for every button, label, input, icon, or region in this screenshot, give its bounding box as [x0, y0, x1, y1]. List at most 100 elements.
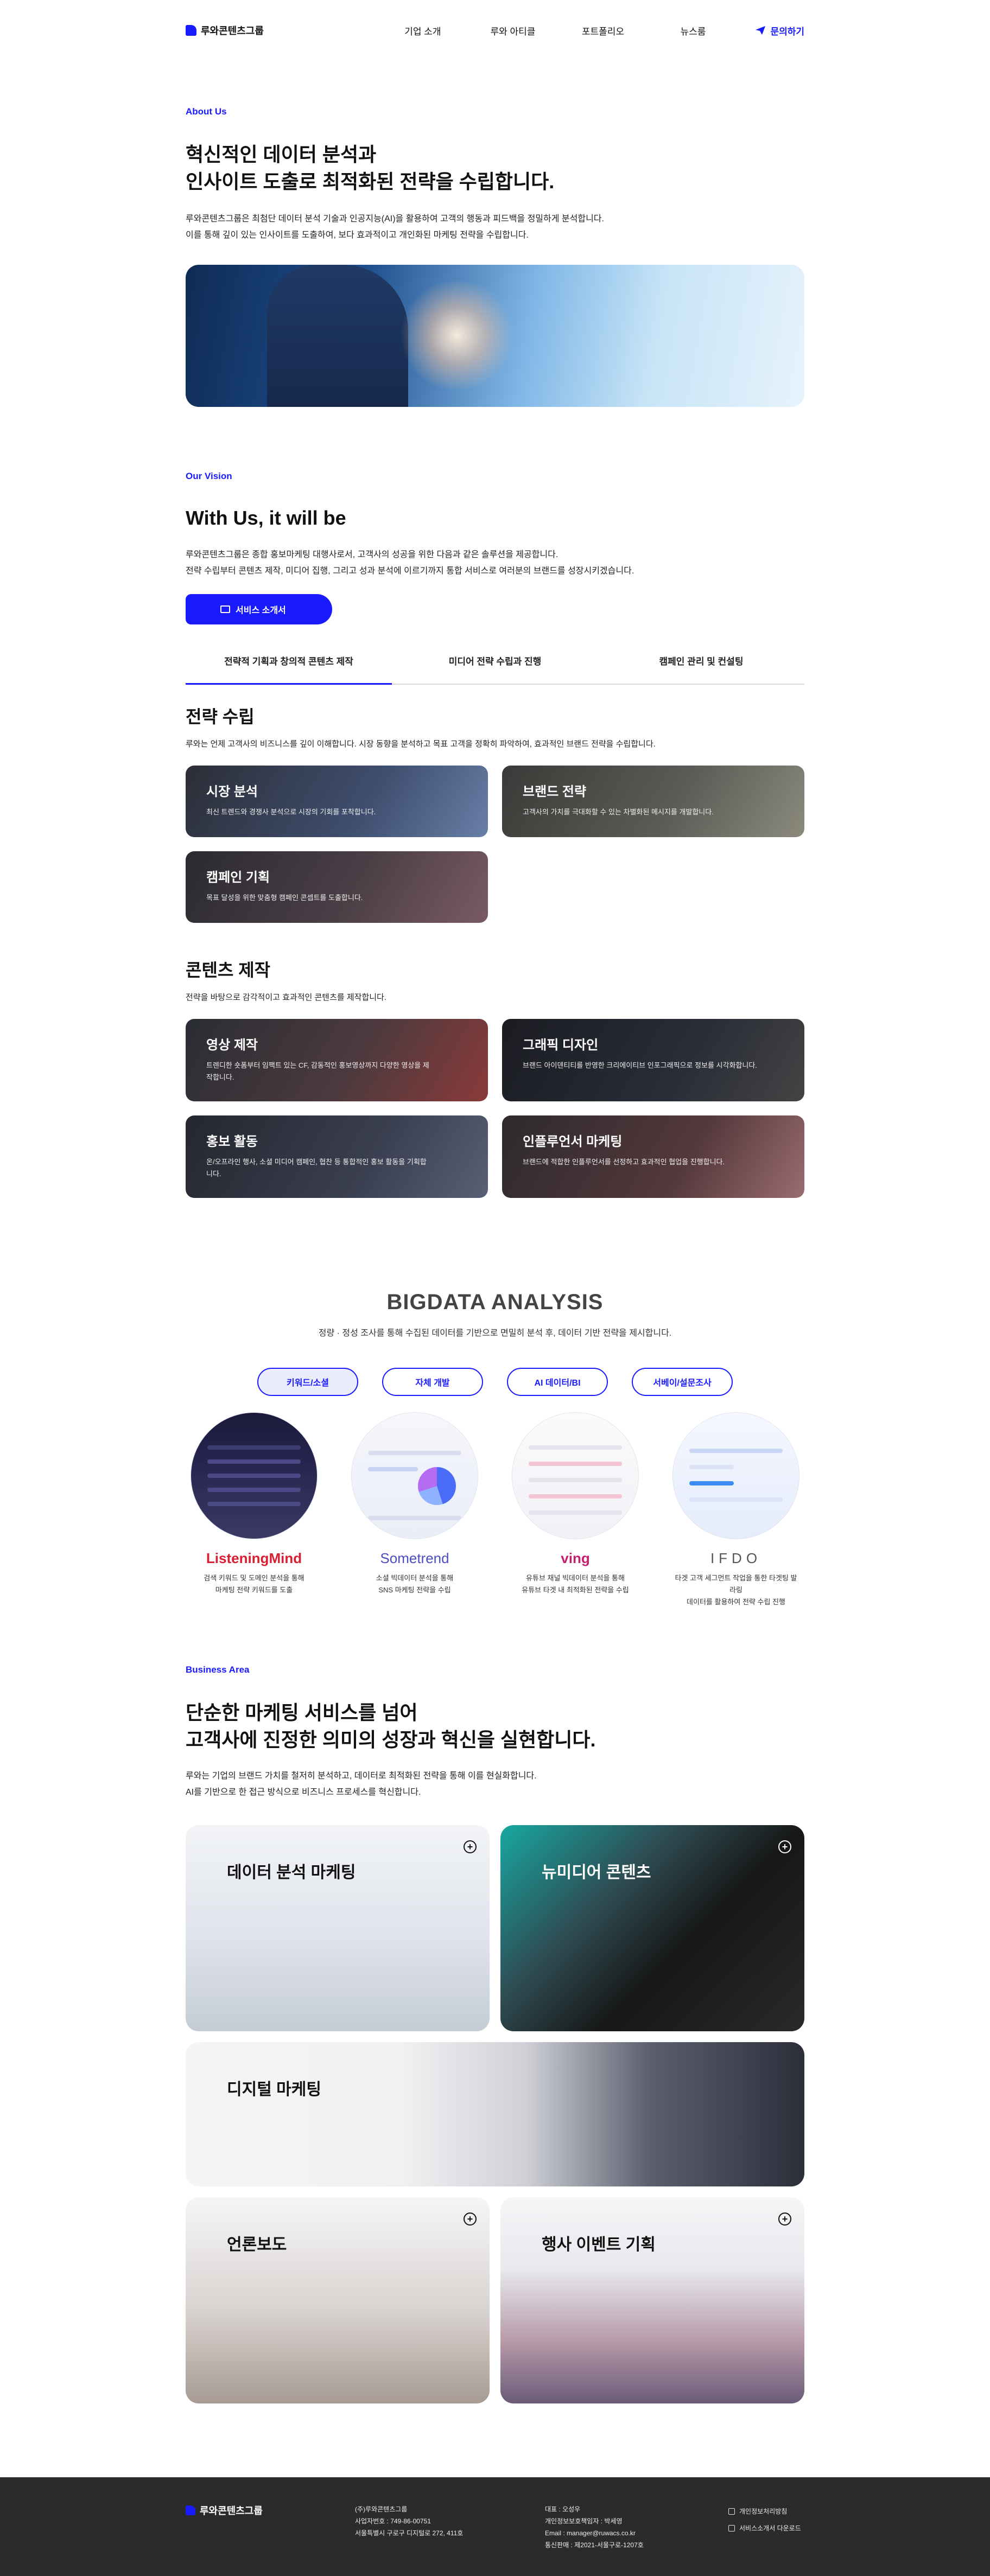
- card-brand-strategy[interactable]: 브랜드 전략 고객사의 가치를 극대화할 수 있는 차별화된 메시지를 개발합니…: [502, 765, 804, 837]
- card-title: 브랜드 전략: [523, 784, 587, 799]
- plus-circle-icon[interactable]: +: [464, 2212, 477, 2226]
- card-market-analysis[interactable]: 시장 분석 최신 트렌드와 경쟁사 분석으로 시장의 기회를 포착합니다.: [186, 765, 488, 837]
- tool-screenshot-circle: [351, 1412, 478, 1539]
- screen-bar: [368, 1466, 418, 1471]
- screen-bar: [529, 1477, 622, 1482]
- biz-title: 디지털 마케팅: [227, 2080, 321, 2099]
- business-title: 단순한 마케팅 서비스를 넘어 고객사에 진정한 의미의 성장과 혁신을 실현합…: [186, 1699, 804, 1754]
- strategy-title: 전략 수립: [186, 706, 255, 726]
- pill-in-house[interactable]: 자체 개발: [382, 1367, 483, 1396]
- plus-circle-icon[interactable]: +: [778, 1840, 791, 1853]
- pill-ai-data-bi[interactable]: AI 데이터/BI: [507, 1367, 608, 1396]
- logo-mark-icon: [186, 2505, 195, 2515]
- card-pr-activity[interactable]: 홍보 활동 온/오프라인 행사, 소셜 미디어 캠페인, 협찬 등 통합적인 홍…: [186, 1115, 488, 1198]
- footer-company: (주)루와콘텐츠그룹: [355, 2505, 408, 2513]
- about-label: About Us: [186, 106, 227, 117]
- paper-plane-icon: [756, 26, 766, 35]
- footer-links: 개인정보처리방침 서비스소개서 다운로드: [728, 2503, 801, 2552]
- tool-name: IFDO: [710, 1550, 762, 1566]
- biz-title: 언론보도: [227, 2235, 287, 2254]
- biz-title: 뉴미디어 콘텐츠: [542, 1863, 651, 1882]
- hero-person-shape: [267, 264, 408, 407]
- tool-name: ving: [561, 1550, 590, 1566]
- card-influencer-marketing[interactable]: 인플루언서 마케팅 브랜드에 적합한 인플루언서를 선정하고 효과적인 협업을 …: [502, 1115, 804, 1198]
- pill-keyword-social[interactable]: 키워드/소셜: [257, 1367, 358, 1396]
- footer-email: Email : manager@ruwacs.co.kr: [545, 2529, 636, 2537]
- tool-ving[interactable]: ving 유튜브 채널 빅데이터 분석을 통해유튜브 타겟 내 최적화된 전략을…: [512, 1412, 639, 1608]
- screen-bar: [207, 1473, 301, 1478]
- about-desc: 루와콘텐츠그룹은 최첨단 데이터 분석 기술과 인공지능(AI)을 활용하여 고…: [186, 211, 804, 244]
- tool-name: ListeningMind: [206, 1550, 302, 1566]
- about-title-line1: 혁신적인 데이터 분석과: [186, 143, 377, 165]
- plus-circle-icon[interactable]: +: [464, 1840, 477, 1853]
- biz-new-media-content[interactable]: 뉴미디어 콘텐츠 +: [500, 1825, 804, 2031]
- bigdata-filter-pills: 키워드/소셜 자체 개발 AI 데이터/BI 서베이/설문조사: [186, 1367, 804, 1396]
- screen-bar: [368, 1450, 461, 1455]
- vision-desc-line2: 전략 수립부터 콘텐츠 제작, 미디어 집행, 그리고 성과 분석에 이르기까지…: [186, 566, 634, 576]
- pill-survey[interactable]: 서베이/설문조사: [632, 1367, 733, 1396]
- plus-circle-icon[interactable]: +: [778, 2212, 791, 2226]
- bigdata-desc: 정량 · 정성 조사를 통해 수집된 데이터를 기반으로 면밀히 분석 후, 데…: [318, 1328, 672, 1338]
- strategy-group: 전략 수립 루와는 언제 고객사의 비즈니스를 깊이 이해합니다. 시장 동향을…: [186, 703, 804, 923]
- biz-event-planning[interactable]: 행사 이벤트 기획 +: [500, 2197, 804, 2403]
- card-title: 그래픽 디자인: [523, 1037, 599, 1053]
- biz-press-release[interactable]: 언론보도 +: [186, 2197, 490, 2403]
- card-title: 시장 분석: [206, 784, 258, 799]
- content-cards: 영상 제작 트렌디한 숏폼부터 임팩트 있는 CF, 감동적인 홍보영상까지 다…: [186, 1018, 804, 1198]
- card-desc: 최신 트렌드와 경쟁사 분석으로 시장의 기회를 포착합니다.: [206, 807, 376, 816]
- biz-data-marketing[interactable]: 데이터 분석 마케팅 +: [186, 1825, 490, 2031]
- card-video-production[interactable]: 영상 제작 트렌디한 숏폼부터 임팩트 있는 CF, 감동적인 홍보영상까지 다…: [186, 1018, 488, 1101]
- business-area-grid: 데이터 분석 마케팅 + 뉴미디어 콘텐츠 + 디지털 마케팅 언론보도 + 행…: [186, 1825, 804, 2403]
- screen-bar: [207, 1487, 301, 1492]
- logo[interactable]: 루와콘텐츠그룹: [186, 23, 264, 37]
- logo-mark-icon: [186, 25, 196, 36]
- service-brochure-button[interactable]: 서비스 소개서: [186, 594, 332, 624]
- screen-bar: [529, 1445, 622, 1450]
- nav-item-article[interactable]: 루와 아티클: [468, 24, 558, 37]
- card-desc-line2: 니다.: [206, 1169, 221, 1178]
- vision-title: With Us, it will be: [186, 506, 346, 529]
- card-campaign-planning[interactable]: 캠페인 기획 목표 달성을 위한 맞춤형 캠페인 콘셉트를 도출합니다.: [186, 851, 488, 923]
- business-desc: 루와는 기업의 브랜드 가치를 철저히 분석하고, 데이터로 최적화된 전략을 …: [186, 1768, 804, 1801]
- nav-item-about[interactable]: 기업 소개: [378, 24, 468, 37]
- card-desc-line1: 트렌디한 숏폼부터 임팩트 있는 CF, 감동적인 홍보영상까지 다양한 영상을…: [206, 1061, 429, 1069]
- tab-strategy-content[interactable]: 전략적 기획과 창의적 콘텐츠 제작: [186, 654, 392, 685]
- privacy-policy-link[interactable]: 개인정보처리방침: [728, 2503, 801, 2520]
- about-title-line2: 인사이트 도출로 최적화된 전략을 수립합니다.: [186, 170, 555, 193]
- tool-desc-line2: 데이터를 활용하여 전략 수립 진행: [687, 1597, 785, 1606]
- tool-screenshot-circle: [672, 1412, 799, 1539]
- tool-desc-line2: SNS 마케팅 전략을 수립: [378, 1585, 451, 1594]
- screen-bar: [689, 1448, 783, 1453]
- nav-item-newsroom[interactable]: 뉴스룸: [648, 24, 738, 37]
- card-desc-line1: 온/오프라인 행사, 소셜 미디어 캠페인, 협찬 등 통합적인 홍보 활동을 …: [206, 1157, 427, 1166]
- card-title: 캠페인 기획: [206, 870, 270, 885]
- tab-campaign-consulting[interactable]: 캠페인 관리 및 컨설팅: [598, 654, 804, 684]
- footer-logo-text: 루와콘텐츠그룹: [200, 2505, 263, 2516]
- tool-desc-line1: 유튜브 채널 빅데이터 분석을 통해: [526, 1573, 625, 1582]
- content-title: 콘텐츠 제작: [186, 960, 271, 980]
- screen-bar: [689, 1481, 734, 1485]
- tool-desc-line2: 마케팅 전략 키워드를 도출: [215, 1585, 293, 1594]
- tool-desc-line2: 유튜브 타겟 내 최적화된 전략을 수립: [522, 1585, 629, 1594]
- card-desc: 트렌디한 숏폼부터 임팩트 있는 CF, 감동적인 홍보영상까지 다양한 영상을…: [206, 1060, 467, 1083]
- logo-text: 루와콘텐츠그룹: [201, 25, 264, 36]
- screen-bar: [529, 1461, 622, 1466]
- brochure-download-link[interactable]: 서비스소개서 다운로드: [728, 2520, 801, 2537]
- content-desc: 전략을 바탕으로 감각적이고 효과적인 콘텐츠를 제작합니다.: [186, 992, 387, 1002]
- bigdata-title: BIGDATA ANALYSIS: [386, 1290, 604, 1314]
- privacy-policy-label: 개인정보처리방침: [739, 2507, 788, 2515]
- biz-title: 행사 이벤트 기획: [542, 2235, 656, 2254]
- card-graphic-design[interactable]: 그래픽 디자인 브랜드 아이덴티티를 반영한 크리에이티브 인포그래픽으로 정보…: [502, 1018, 804, 1101]
- tool-sometrend[interactable]: Sometrend 소셜 빅데이터 분석을 통해 SNS 마케팅 전략을 수립: [351, 1412, 478, 1608]
- footer-logo[interactable]: 루와콘텐츠그룹: [186, 2503, 355, 2517]
- tab-media-strategy[interactable]: 미디어 전략 수립과 진행: [392, 654, 598, 684]
- tool-desc-line1: 타겟 고객 세그먼트 작업을 통한 타겟팅 발라링: [675, 1573, 797, 1594]
- about-desc-line1: 루와콘텐츠그룹은 최첨단 데이터 분석 기술과 인공지능(AI)을 활용하여 고…: [186, 214, 604, 224]
- user-icon: [728, 2508, 735, 2515]
- nav-item-portfolio[interactable]: 포트폴리오: [558, 24, 648, 37]
- biz-digital-marketing[interactable]: 디지털 마케팅: [186, 2042, 804, 2186]
- tool-listeningmind[interactable]: ListeningMind 검색 키워드 및 도메인 분석을 통해 마케팅 전략 …: [191, 1412, 318, 1608]
- screen-bar: [207, 1459, 301, 1464]
- tool-ifdo[interactable]: IFDO 타겟 고객 세그먼트 작업을 통한 타겟팅 발라링데이터를 활용하여 …: [672, 1412, 799, 1608]
- contact-link[interactable]: 문의하기: [755, 24, 804, 37]
